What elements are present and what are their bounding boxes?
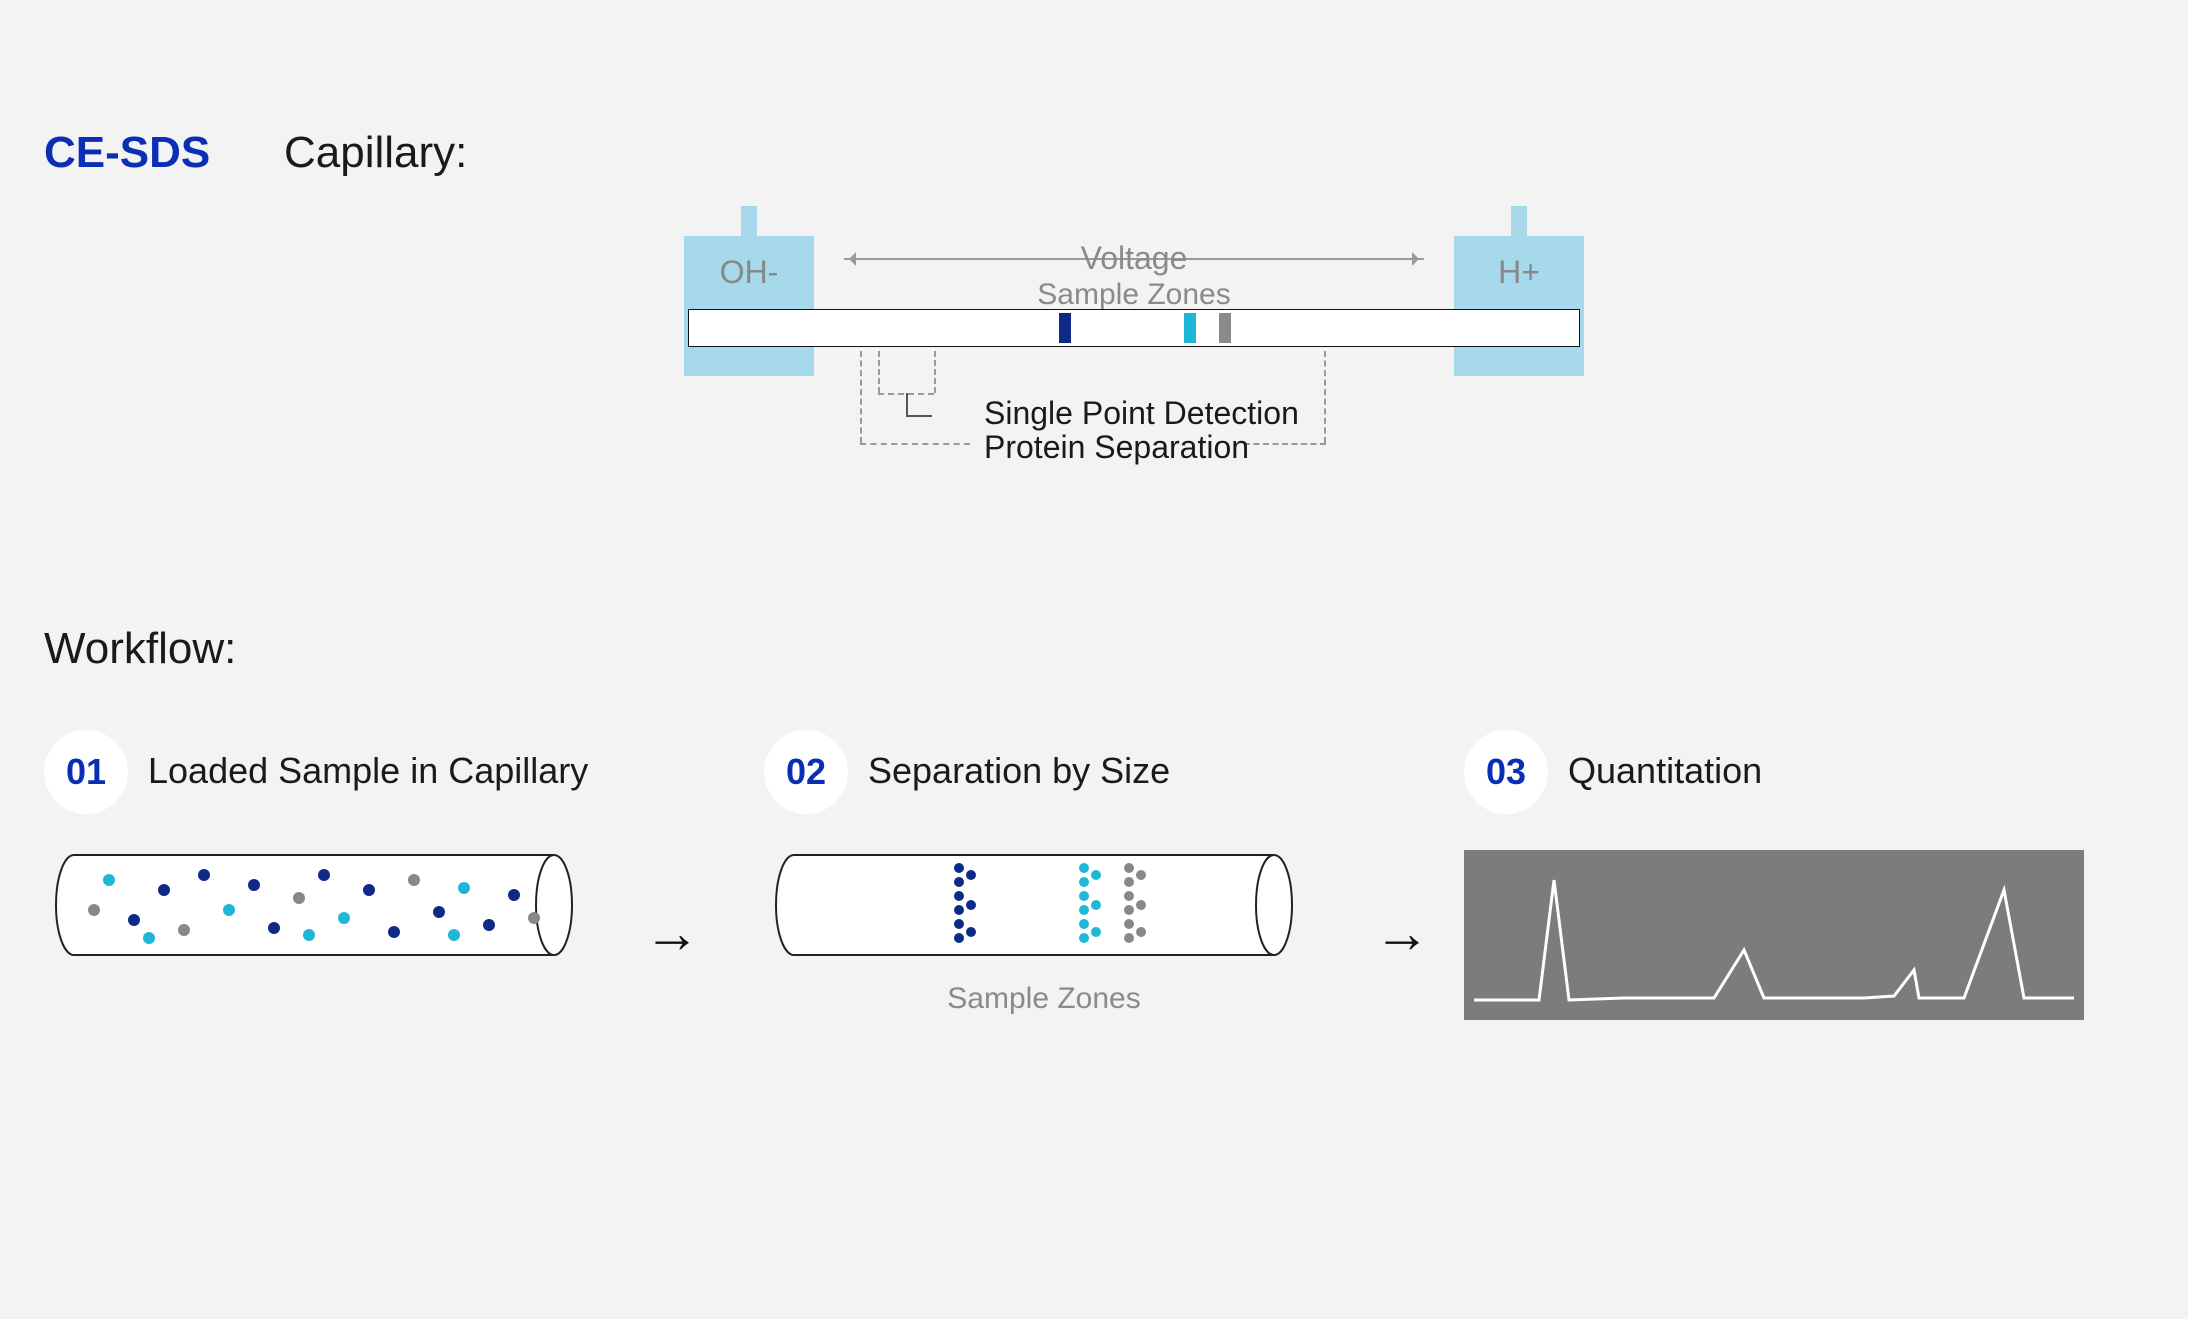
arrow-right-icon: → [644,900,700,965]
step-title: Loaded Sample in Capillary [148,750,588,792]
sample-zones-caption: Sample Zones [764,982,1324,1016]
step-title: Quantitation [1568,750,1762,792]
dashed-connector [1244,443,1326,445]
callouts: Single Point Detection Protein Separatio… [684,351,1584,471]
dashed-connector [1324,351,1326,443]
left-ion-label: OH- [684,254,814,291]
protein-band-navy [1059,313,1071,343]
dashed-connector [878,351,880,393]
voltage-label: Voltage [844,240,1424,277]
step-title: Separation by Size [868,750,1170,792]
capillary-heading: Capillary: [284,128,467,178]
elbow-connector-icon [906,393,932,417]
workflow-steps: 01 Loaded Sample in Capillary [44,730,2144,1130]
step-number-badge: 02 [764,730,848,814]
protein-band-gray [1219,313,1231,343]
single-point-detection-label: Single Point Detection [984,395,1299,432]
separated-capillary-illustration [774,850,1294,960]
loaded-capillary-illustration [54,850,574,960]
capillary-tube [688,309,1580,347]
step-number-badge: 03 [1464,730,1548,814]
dashed-connector [860,351,862,443]
dashed-connector [934,351,936,393]
capillary-diagram: Voltage Sample Zones OH- H+ S [684,176,1584,476]
method-title: CE-SDS [44,128,210,178]
voltage-arrow: Voltage [844,246,1424,270]
workflow-heading: Workflow: [44,624,236,674]
electrode-icon [741,206,757,236]
electrode-icon [1511,206,1527,236]
protein-band-cyan [1184,313,1196,343]
protein-separation-label: Protein Separation [984,429,1249,466]
dashed-connector [860,443,970,445]
step-number-badge: 01 [44,730,128,814]
arrow-right-icon: → [1374,900,1430,965]
diagram-canvas: CE-SDS Capillary: Voltage Sample Zones O… [0,0,2188,1319]
right-ion-label: H+ [1454,254,1584,291]
electropherogram-icon [1464,850,2084,1020]
sample-zones-label: Sample Zones [684,278,1584,312]
